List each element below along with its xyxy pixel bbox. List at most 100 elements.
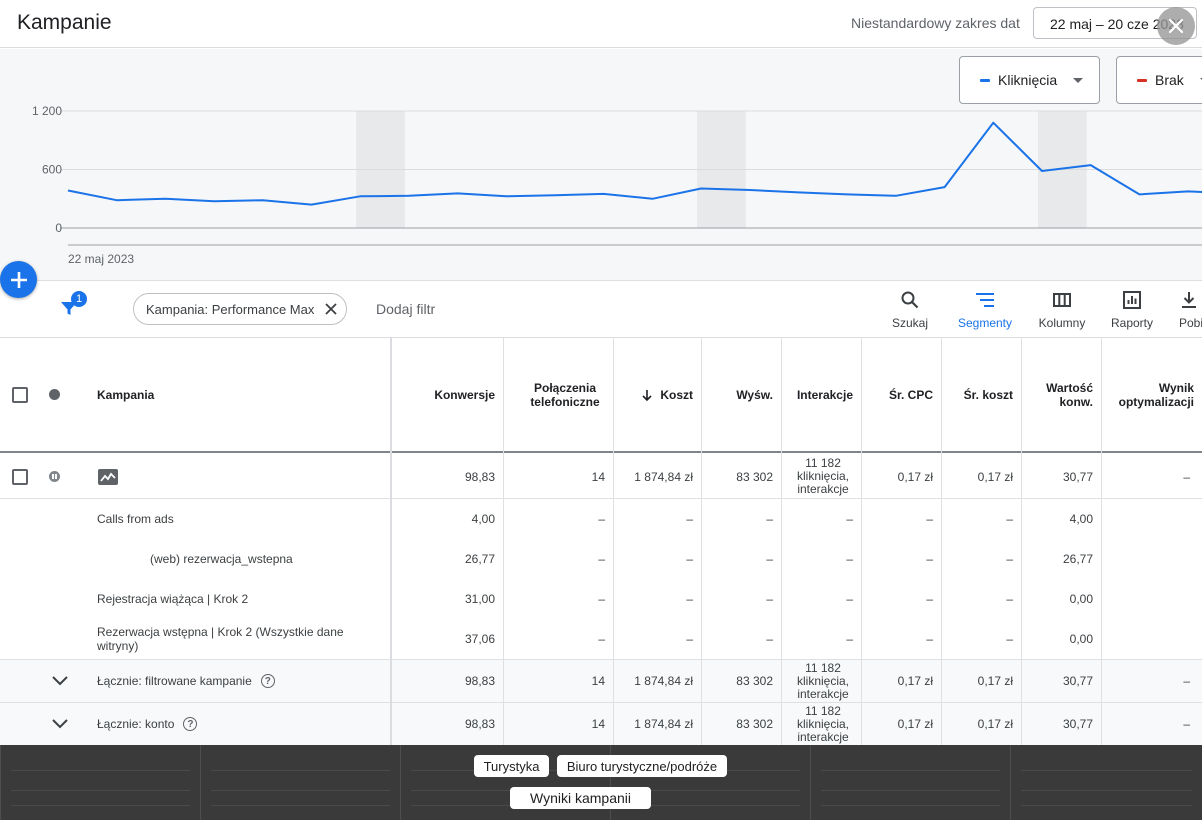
cell-cost: 1 874,84 zł bbox=[634, 469, 693, 484]
page-title: Kampanie bbox=[17, 11, 112, 34]
cell-impressions: 83 302 bbox=[736, 717, 773, 731]
expand-button[interactable] bbox=[50, 703, 74, 745]
cell-conv-value: 0,00 bbox=[1069, 592, 1093, 606]
filter-chip[interactable]: Kampania: Performance Max bbox=[133, 293, 348, 325]
col-header-avg-cpc[interactable]: Śr. CPC bbox=[861, 338, 941, 451]
metric-selector-primary[interactable]: Kliknięcia bbox=[959, 56, 1100, 104]
cell-avg-cost: – bbox=[1006, 552, 1013, 566]
help-icon[interactable]: ? bbox=[260, 674, 275, 688]
segment-name: Calls from ads bbox=[97, 512, 174, 526]
segment-name: Rezerwacja wstępna | Krok 2 (Wszystkie d… bbox=[97, 625, 344, 653]
y-tick-label: 1 200 bbox=[32, 104, 62, 118]
tool-columns[interactable]: Kolumny bbox=[1027, 289, 1097, 330]
cell-conversions: 98,83 bbox=[464, 717, 495, 731]
page-header: Kampanie Niestandardowy zakres dat 22 ma… bbox=[0, 0, 1202, 48]
cell-conv-value: 30,77 bbox=[1062, 469, 1093, 484]
status-icon bbox=[49, 389, 60, 400]
column-divider bbox=[390, 338, 392, 745]
cell-cost: – bbox=[686, 592, 693, 606]
total-name: Łącznie: filtrowane kampanie ? bbox=[97, 660, 377, 702]
close-button[interactable] bbox=[1157, 7, 1195, 45]
metric-swatch bbox=[1137, 78, 1147, 82]
search-icon bbox=[875, 289, 945, 311]
cell-calls: 14 bbox=[591, 717, 605, 731]
cell-avg-cost: – bbox=[1006, 512, 1013, 526]
cell-interactions: – bbox=[846, 512, 853, 526]
column-divider bbox=[861, 338, 862, 745]
cell-conv-value: 4,00 bbox=[1069, 512, 1093, 526]
col-header-calls[interactable]: Połączenia telefoniczne bbox=[503, 338, 613, 451]
cell-calls: – bbox=[598, 632, 605, 646]
tool-reports[interactable]: Raporty bbox=[1097, 289, 1167, 330]
col-header-conv-value[interactable]: Wartość konw. bbox=[1021, 338, 1101, 451]
cell-avg-cpc: – bbox=[926, 632, 933, 646]
cell-conversions: 37,06 bbox=[464, 632, 495, 646]
cell-conv-value: 26,77 bbox=[1062, 552, 1093, 566]
cell-impressions: 83 302 bbox=[736, 674, 773, 688]
filter-chip-label: Kampania: Performance Max bbox=[146, 301, 315, 317]
tag-tourism[interactable]: Turystyka bbox=[474, 755, 549, 777]
y-tick-label: 600 bbox=[42, 163, 62, 177]
cell-avg-cpc: 0,17 zł bbox=[897, 674, 933, 688]
help-icon[interactable]: ? bbox=[183, 717, 198, 731]
date-range-label: Niestandardowy zakres dat bbox=[851, 15, 1020, 31]
col-header-conversions[interactable]: Konwersje bbox=[391, 338, 503, 451]
ghost-thumbnail bbox=[810, 745, 1010, 820]
y-tick-label: 0 bbox=[55, 221, 62, 235]
cell-interactions: – bbox=[846, 632, 853, 646]
chevron-down-icon bbox=[52, 676, 68, 686]
tool-search[interactable]: Szukaj bbox=[875, 289, 945, 330]
cell-avg-cost: – bbox=[1006, 592, 1013, 606]
col-header-interactions[interactable]: Interakcje bbox=[781, 338, 861, 451]
cell-calls: 14 bbox=[591, 469, 605, 484]
bottom-overlay: Turystyka Biuro turystyczne/podróże Wyni… bbox=[0, 745, 1202, 820]
plus-icon bbox=[10, 271, 27, 288]
cell-opt-score: – bbox=[1183, 469, 1190, 484]
tool-label: Szukaj bbox=[891, 316, 929, 330]
col-header-impressions[interactable]: Wyśw. bbox=[701, 338, 781, 451]
total-name: Łącznie: konto ? bbox=[97, 703, 377, 745]
column-divider bbox=[503, 338, 504, 745]
ghost-thumbnail bbox=[1010, 745, 1202, 820]
download-icon bbox=[1179, 289, 1202, 311]
tag-travel-agency[interactable]: Biuro turystyczne/podróże bbox=[557, 755, 727, 777]
segments-icon bbox=[950, 289, 1020, 311]
col-header-campaign[interactable]: Kampania bbox=[97, 338, 377, 451]
tool-download[interactable]: Pobierz bbox=[1162, 289, 1202, 330]
series-line-clicks bbox=[67, 121, 1202, 206]
cell-cost: 1 874,84 zł bbox=[634, 674, 693, 688]
performance-max-icon bbox=[98, 468, 118, 485]
col-header-calls-label: Połączenia telefoniczne bbox=[530, 380, 600, 409]
cell-avg-cost: – bbox=[1006, 632, 1013, 646]
tool-segments[interactable]: Segmenty bbox=[950, 289, 1020, 330]
add-filter-button[interactable]: Dodaj filtr bbox=[376, 301, 435, 317]
select-all-checkbox[interactable] bbox=[12, 386, 28, 403]
reports-icon bbox=[1097, 289, 1167, 311]
cell-calls: – bbox=[598, 512, 605, 526]
cell-interactions-text: 11 182 kliknięcia, interakcje bbox=[796, 660, 850, 701]
col-header-avg-cost[interactable]: Śr. koszt bbox=[941, 338, 1021, 451]
tool-label: Raporty bbox=[1110, 316, 1154, 330]
total-name-label: Łącznie: filtrowane kampanie bbox=[97, 674, 252, 688]
add-button[interactable] bbox=[0, 261, 37, 298]
col-header-conv-value-label: Wartość konw. bbox=[1046, 380, 1093, 409]
col-header-cost-label: Koszt bbox=[660, 387, 693, 402]
cell-interactions-text: 11 182 kliknięcia, interakcje bbox=[796, 456, 850, 496]
cell-avg-cost: 0,17 zł bbox=[977, 674, 1013, 688]
col-header-cost[interactable]: Koszt bbox=[613, 338, 701, 451]
expand-button[interactable] bbox=[50, 660, 74, 702]
metric-selector-secondary[interactable]: Brak bbox=[1116, 56, 1202, 104]
cell-avg-cpc: – bbox=[926, 512, 933, 526]
col-header-opt-score[interactable]: Wynik optymalizacji bbox=[1101, 338, 1202, 451]
column-divider bbox=[701, 338, 702, 745]
cell-calls: 14 bbox=[591, 674, 605, 688]
total-name-label: Łącznie: konto bbox=[97, 717, 175, 731]
close-icon[interactable] bbox=[324, 302, 338, 316]
arrow-down-icon bbox=[642, 389, 652, 401]
cell-impressions: – bbox=[766, 552, 773, 566]
performance-chart: 0 600 1 200 22 maj 2023 Kliknięcia Brak bbox=[0, 49, 1202, 281]
overlay-title: Wyniki kampanii bbox=[510, 787, 651, 809]
cell-calls: – bbox=[598, 552, 605, 566]
row-checkbox[interactable] bbox=[12, 468, 28, 485]
cell-cost: – bbox=[686, 632, 693, 646]
